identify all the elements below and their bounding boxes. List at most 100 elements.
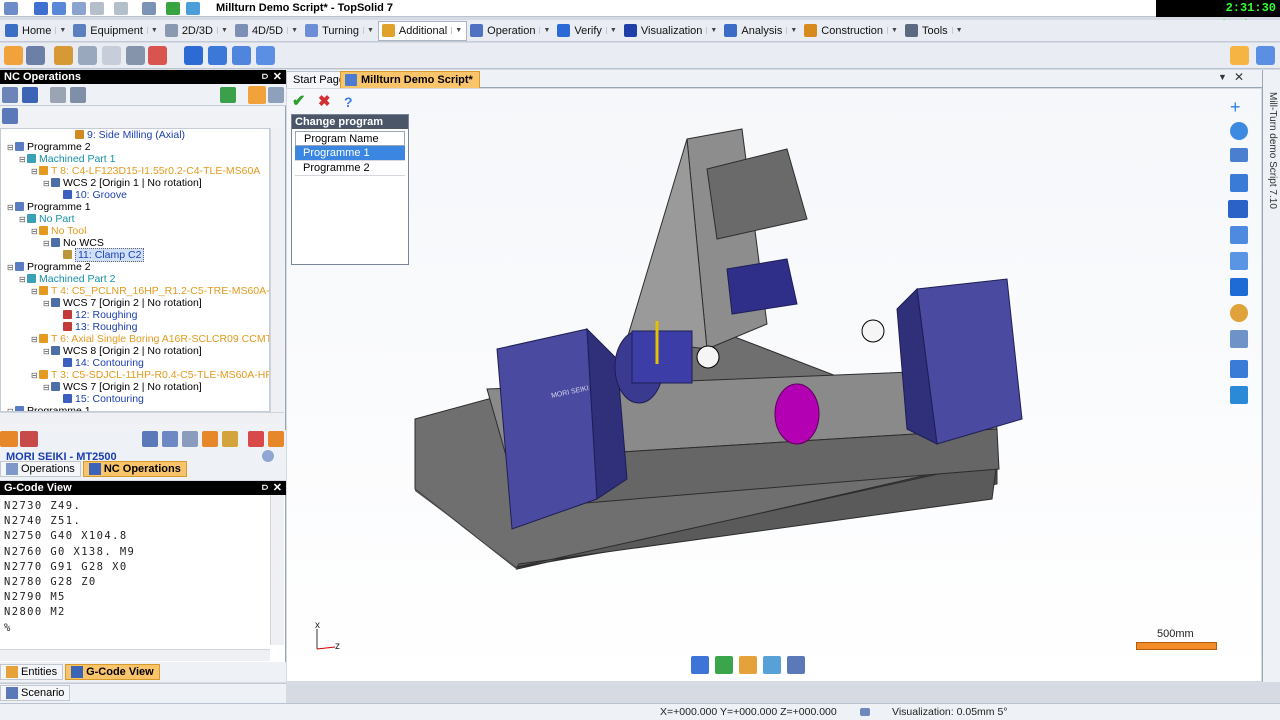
info-icon[interactable] <box>262 450 274 462</box>
tree-item[interactable]: 10: Groove <box>1 189 269 201</box>
ribbon-tool-icon[interactable] <box>102 46 121 65</box>
tree-item[interactable]: ⊟ Programme 1 <box>1 201 269 213</box>
program-option-2[interactable]: Programme 2 <box>295 161 405 176</box>
refresh-icon[interactable] <box>220 87 236 103</box>
ribbon-tool-icon[interactable] <box>232 46 251 65</box>
tree-tool-icon[interactable] <box>142 431 158 447</box>
chevron-down-icon[interactable]: ▼ <box>706 27 717 34</box>
tree-item[interactable]: ⊟ No Part <box>1 213 269 225</box>
ribbon-tool-icon[interactable] <box>208 46 227 65</box>
tree-item[interactable]: ⊟ Machined Part 2 <box>1 273 269 285</box>
tree-item[interactable]: ⊟ Programme 1 <box>1 405 269 411</box>
refresh-icon[interactable] <box>166 2 180 15</box>
undo-icon[interactable] <box>90 2 104 15</box>
chevron-down-icon[interactable]: ▼ <box>217 27 228 34</box>
tab-gcode-view[interactable]: G-Code View <box>65 664 160 680</box>
link-icon[interactable] <box>70 87 86 103</box>
tree-item[interactable]: ⊟ T 3: C5-SDJCL-11HP-R0.4-C5-TLE-MS60A-HP <box>1 369 269 381</box>
measure-icon[interactable] <box>1230 360 1248 378</box>
tree-item[interactable]: ⊟ WCS 2 [Origin 1 | No rotation] <box>1 177 269 189</box>
help-icon[interactable] <box>1256 46 1275 65</box>
tree-tool-icon[interactable] <box>248 431 264 447</box>
sort-icon[interactable] <box>248 86 266 104</box>
ribbon-tool-icon[interactable] <box>26 46 45 65</box>
cancel-icon[interactable]: ✖ <box>318 94 336 110</box>
tree-item[interactable]: ⊟ WCS 7 [Origin 2 | No rotation] <box>1 381 269 393</box>
chevron-down-icon[interactable]: ▼ <box>539 27 550 34</box>
tree-item[interactable]: ⊟ T 8: C4-LF123D15-I1.55r0.2-C4-TLE-MS60A <box>1 165 269 177</box>
tree-item[interactable]: 12: Roughing <box>1 309 269 321</box>
chevron-down-icon[interactable]: ▼ <box>55 27 66 34</box>
tree-tool-icon[interactable] <box>222 431 238 447</box>
add-point-icon[interactable]: + <box>1230 98 1248 116</box>
close-icon[interactable]: ✕ <box>273 481 282 495</box>
menu-home[interactable]: Home ▼ <box>2 21 70 41</box>
tab-operations[interactable]: Operations <box>0 461 81 477</box>
layout-icon[interactable] <box>1228 200 1248 218</box>
tree-item[interactable]: ⊟ T 6: Axial Single Boring A16R-SCLCR09 C… <box>1 333 269 345</box>
options-icon[interactable] <box>268 87 284 103</box>
view-axes-icon[interactable] <box>787 656 805 674</box>
tree-tool-icon[interactable] <box>20 431 38 447</box>
menu-2d-3d[interactable]: 2D/3D ▼ <box>162 21 232 41</box>
menu-equipment[interactable]: Equipment ▼ <box>70 21 162 41</box>
tree-horizontal-scrollbar[interactable] <box>0 412 284 424</box>
palette-icon[interactable] <box>1230 304 1248 322</box>
tree-item[interactable]: ⊟ Programme 2 <box>1 141 269 153</box>
view-top-icon[interactable] <box>715 656 733 674</box>
tree-item[interactable]: 11: Clamp C2 <box>1 248 269 262</box>
save-all-icon[interactable] <box>52 2 66 15</box>
display-icon[interactable] <box>1230 386 1248 404</box>
menu-visualization[interactable]: Visualization ▼ <box>621 21 722 41</box>
view-fit-icon[interactable] <box>763 656 781 674</box>
menu-tools[interactable]: Tools ▼ <box>902 21 967 41</box>
tree-tool-icon[interactable] <box>202 431 218 447</box>
close-document-icon[interactable]: ✕ <box>1234 70 1244 84</box>
tree-tool-icon[interactable] <box>268 431 284 447</box>
gcode-vertical-scrollbar[interactable] <box>270 495 284 645</box>
help-icon[interactable]: ? <box>344 94 358 110</box>
menu-operation[interactable]: Operation ▼ <box>467 21 554 41</box>
filter-icon[interactable] <box>50 87 66 103</box>
gcode-text[interactable]: N2730 Z49. N2740 Z51. N2750 G40 X104.8 N276… <box>4 499 264 636</box>
menu-construction[interactable]: Construction ▼ <box>801 21 902 41</box>
chevron-down-icon[interactable]: ▼ <box>887 27 898 34</box>
tree-item[interactable]: ⊟ WCS 8 [Origin 2 | No rotation] <box>1 345 269 357</box>
expand-icon[interactable] <box>22 87 38 103</box>
view-front-icon[interactable] <box>691 656 709 674</box>
gcode-horizontal-scrollbar[interactable] <box>0 649 270 661</box>
new-operation-icon[interactable] <box>4 46 23 65</box>
pin-icon[interactable]: ⫐ <box>262 70 268 84</box>
menu-4d-5d[interactable]: 4D/5D ▼ <box>232 21 302 41</box>
tree-item[interactable]: ⊟ WCS 7 [Origin 2 | No rotation] <box>1 297 269 309</box>
program-name-column-header[interactable]: Program Name <box>295 131 405 146</box>
chevron-down-icon[interactable]: ▼ <box>786 27 797 34</box>
save-icon[interactable] <box>34 2 48 15</box>
tab-millturn-demo-script[interactable]: Millturn Demo Script* <box>340 71 480 88</box>
tree-item[interactable]: ⊟ T 4: C5_PCLNR_16HP_R1.2-C5-TRE-MS60A-HP <box>1 285 269 297</box>
tree-item[interactable]: ⊟ Programme 2 <box>1 261 269 273</box>
menu-turning[interactable]: Turning ▼ <box>302 21 378 41</box>
print-icon[interactable] <box>72 2 86 15</box>
tree-item[interactable]: ⊟ Machined Part 1 <box>1 153 269 165</box>
close-icon[interactable]: ✕ <box>273 70 282 84</box>
tab-list-dropdown-icon[interactable]: ▼ <box>1218 72 1227 82</box>
tree-item[interactable]: 14: Contouring <box>1 357 269 369</box>
zoom-window-icon[interactable] <box>1230 226 1248 244</box>
delete-icon[interactable] <box>148 46 167 65</box>
chevron-down-icon[interactable]: ▼ <box>451 27 462 34</box>
menu-additional[interactable]: Additional ▼ <box>377 20 468 41</box>
sync-icon[interactable] <box>186 2 200 15</box>
chevron-down-icon[interactable]: ▼ <box>287 27 298 34</box>
tree-item[interactable]: ⊟ No Tool <box>1 225 269 237</box>
tree-item[interactable]: 13: Roughing <box>1 321 269 333</box>
chevron-down-icon[interactable]: ▼ <box>605 27 617 34</box>
chevron-down-icon[interactable]: ▼ <box>951 27 963 34</box>
pin-icon[interactable]: ⫐ <box>262 481 268 495</box>
tools-qa-icon[interactable] <box>142 2 156 15</box>
key-icon[interactable] <box>1230 46 1249 65</box>
tab-nc-operations[interactable]: NC Operations <box>82 461 187 477</box>
tree-tool-icon[interactable] <box>0 431 18 447</box>
tree-item[interactable]: 9: Side Milling (Axial) <box>1 129 269 141</box>
ribbon-tool-icon[interactable] <box>256 46 275 65</box>
